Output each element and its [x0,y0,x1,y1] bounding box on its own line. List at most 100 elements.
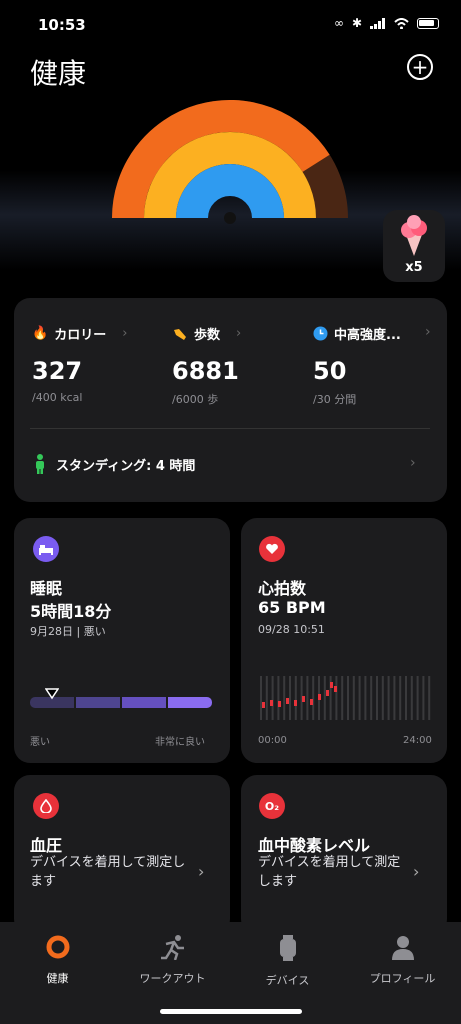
standing-label: スタンディング: 4 時間 [56,458,196,474]
intensity-metric[interactable]: 中高強度... 50 /30 分間 [313,324,401,407]
ice-cream-icon [401,215,427,256]
status-time: 10:53 [38,16,86,34]
page-title: 健康 [30,57,87,90]
hr-grid-bar [381,676,384,720]
hr-reading [286,698,289,704]
hr-grid-bar [277,676,280,720]
signal-icon [370,17,385,29]
shoe-icon [174,328,186,340]
hr-grid-bar [271,676,274,720]
battery-icon [417,17,439,29]
tab-health[interactable]: 健康 [0,934,115,986]
chevron-right-icon: › [122,326,128,341]
tab-health-label: 健康 [46,972,69,985]
hr-reading [334,686,337,692]
hr-reading [310,699,313,705]
chevron-right-icon: › [425,324,431,340]
hr-grid-bar [294,676,297,720]
hr-grid-bar [370,676,373,720]
tab-profile[interactable]: プロフィール [345,934,460,986]
bp-desc: デバイスを着用して測定します [30,855,186,889]
hr-grid-bar [283,676,286,720]
hr-grid-bar [260,676,262,720]
hr-grid-bar [410,676,413,720]
hr-grid-bar [347,676,349,720]
hr-reading [294,700,297,706]
running-icon [160,935,184,961]
ring-center [224,212,236,224]
sleep-date-quality: 9月28日 | 悪い [30,625,106,638]
calories-metric[interactable]: 🔥 カロリー › 327 /400 kcal [32,324,127,404]
heart-value: 65 BPM [258,598,326,617]
wifi-icon [394,17,409,29]
blood-drop-icon [33,793,59,819]
hr-grid-bar [335,676,338,720]
hr-grid-bar [341,676,344,720]
chevron-right-icon: › [236,326,242,341]
tab-profile-label: プロフィール [369,972,436,985]
hr-grid-bar [364,676,367,720]
flame-icon: 🔥 [32,326,49,341]
hr-grid-bar [416,676,419,720]
heart-timestamp: 09/28 10:51 [258,623,325,636]
hr-grid-bar [393,676,396,720]
hr-reading [278,701,281,707]
bed-icon [33,536,59,562]
divider [30,428,430,429]
hr-reading [302,696,305,702]
calories-value: 327 [32,357,83,385]
heart-icon [259,536,285,562]
calories-goal: /400 kcal [32,391,83,404]
home-indicator [160,1009,302,1014]
hr-grid-bar [312,676,315,720]
sleep-scale-low: 悪い [30,737,50,748]
health-ring-icon [46,935,69,959]
link-icon: ∞ [333,16,344,30]
hr-grid-bar [352,676,355,720]
hr-grid-bar [405,676,407,720]
oxygen-icon: O₂ [259,793,285,819]
intensity-label: 中高強度... [334,328,401,343]
hr-reading [326,690,329,696]
hr-reading [330,682,333,688]
hr-grid-bar [289,676,291,720]
tab-device[interactable]: デバイス [230,934,345,988]
chevron-right-icon: › [198,862,205,881]
intensity-value: 50 [313,357,347,385]
intensity-goal: /30 分間 [313,393,357,406]
hr-grid-bar [422,676,425,720]
steps-metric[interactable]: 歩数 › 6881 /6000 歩 [172,324,241,407]
chevron-right-icon: › [410,455,416,471]
hr-grid-bar [323,676,326,720]
status-icons: ∞ ✱ [334,16,439,30]
sleep-title: 睡眠 [30,579,63,598]
hr-reading [270,700,273,706]
hr-grid-bar [265,676,268,720]
sleep-segment [122,697,166,708]
clock-icon [313,326,328,341]
hr-grid-bar [428,676,431,720]
heart-rate-chart [260,676,431,720]
tab-workout[interactable]: ワークアウト [115,934,230,986]
sleep-scale-high: 非常に良い [155,737,205,748]
heart-axis-start: 00:00 [258,735,287,746]
person-icon [391,936,414,960]
add-button[interactable]: + [407,54,433,80]
standing-person-icon [36,454,44,474]
hr-grid-bar [387,676,390,720]
sleep-duration: 5時間18分 [30,602,112,621]
chevron-right-icon: › [413,862,420,881]
tab-device-label: デバイス [265,974,310,987]
hr-grid-bar [376,676,378,720]
badge-count: x5 [405,260,423,275]
hr-reading [318,694,321,700]
activity-rings[interactable] [100,100,360,250]
hr-grid-bar [399,676,402,720]
standing-row[interactable]: スタンディング: 4 時間 [34,454,195,474]
hr-grid-bar [306,676,309,720]
calories-label: カロリー [54,328,107,343]
hr-reading [262,702,265,708]
spo2-desc: デバイスを着用して測定します [258,855,401,889]
sleep-marker-icon [44,688,59,700]
tab-workout-label: ワークアウト [139,972,206,985]
